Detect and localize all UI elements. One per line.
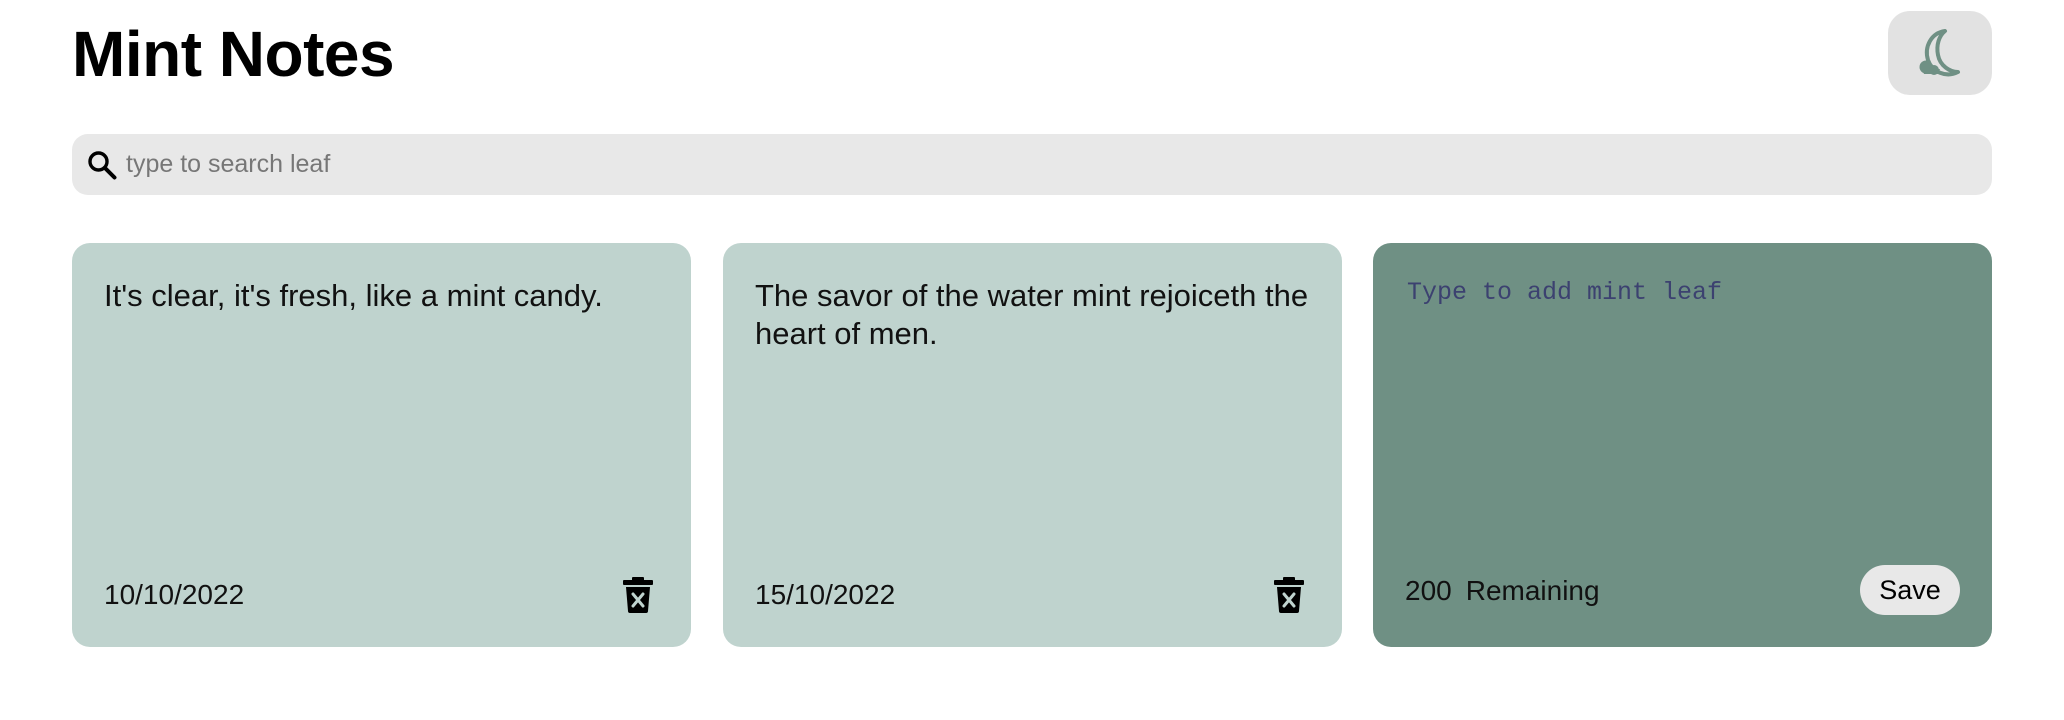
search-bar xyxy=(72,134,1992,195)
header: Mint Notes xyxy=(72,0,1992,110)
note-date: 10/10/2022 xyxy=(104,579,245,610)
search-input[interactable] xyxy=(126,134,1976,195)
remaining-count: 200 xyxy=(1405,575,1452,606)
note-date: 15/10/2022 xyxy=(755,579,896,610)
trash-icon[interactable] xyxy=(1274,577,1304,613)
dark-mode-toggle-button[interactable] xyxy=(1888,11,1992,95)
notes-list: It's clear, it's fresh, like a mint cand… xyxy=(72,243,1992,647)
new-note-input[interactable] xyxy=(1407,277,1957,517)
trash-icon[interactable] xyxy=(623,577,653,613)
app: Mint Notes It's clear, it's fresh, like … xyxy=(0,0,2064,720)
note-text: The savor of the water mint rejoiceth th… xyxy=(755,278,1309,351)
note-text: It's clear, it's fresh, like a mint cand… xyxy=(104,278,603,313)
note-card: It's clear, it's fresh, like a mint cand… xyxy=(72,243,691,647)
save-button[interactable]: Save xyxy=(1860,565,1960,615)
search-icon xyxy=(88,151,117,180)
new-note-card: 200 Remaining Save xyxy=(1373,243,1992,647)
remaining-label: Remaining xyxy=(1465,575,1600,606)
page-title: Mint Notes xyxy=(72,18,395,90)
moon-icon xyxy=(1919,29,1960,77)
note-card: The savor of the water mint rejoiceth th… xyxy=(723,243,1342,647)
remaining-counter: 200 Remaining xyxy=(1405,575,1600,607)
